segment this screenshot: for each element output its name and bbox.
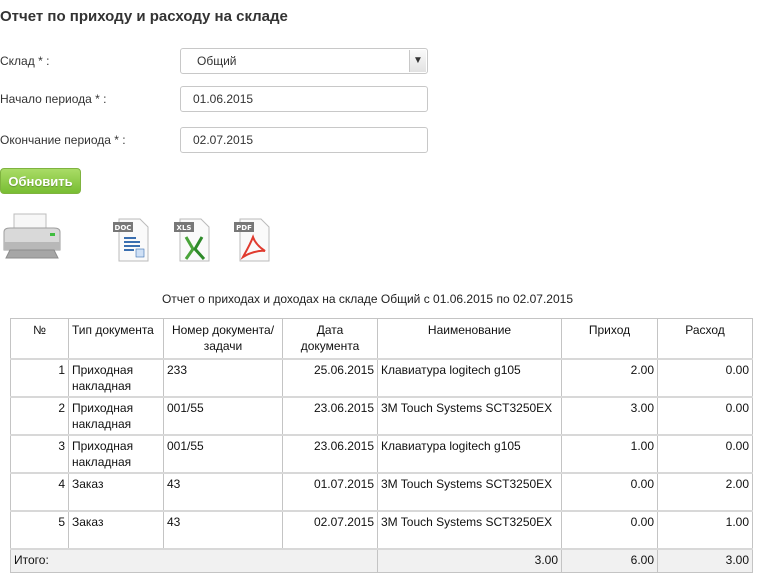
- row-doc-date: 02.07.2015: [282, 510, 378, 550]
- row-doc-number: 001/55: [163, 396, 283, 436]
- column-header-item-name: Наименование: [377, 318, 562, 360]
- page-title: Отчет по приходу и расходу на складе: [0, 8, 288, 25]
- row-doc-date: 25.06.2015: [282, 358, 378, 398]
- row-item-name: Клавиатура logitech g105: [377, 358, 562, 398]
- column-header-doc-number: Номер документа/задачи: [163, 318, 283, 360]
- row-expense: 0.00: [657, 434, 753, 474]
- column-header-doc-type: Тип документа: [68, 318, 164, 360]
- column-header-doc-date: Дата документа: [282, 318, 378, 360]
- warehouse-label: Склад * :: [0, 54, 50, 68]
- doc-export-label: DOC: [115, 224, 132, 232]
- total-qty: 3.00: [377, 548, 562, 573]
- row-item-name: 3M Touch Systems SCT3250EX: [377, 396, 562, 436]
- table-row: 1 Приходная накладная 233 25.06.2015 Кла…: [10, 358, 753, 398]
- period-end-label: Окончание периода * :: [0, 133, 126, 147]
- total-row: Итого: 3.00 6.00 3.00: [10, 548, 753, 573]
- column-header-number: №: [10, 318, 69, 360]
- warehouse-select[interactable]: Общий ▼: [180, 48, 428, 74]
- row-item-name: 3M Touch Systems SCT3250EX: [377, 472, 562, 512]
- row-income: 0.00: [561, 510, 658, 550]
- column-header-expense: Расход: [657, 318, 753, 360]
- row-number: 1: [10, 358, 69, 398]
- row-expense: 0.00: [657, 358, 753, 398]
- print-icon[interactable]: [0, 212, 64, 262]
- row-income: 0.00: [561, 472, 658, 512]
- row-doc-number: 43: [163, 510, 283, 550]
- row-number: 2: [10, 396, 69, 436]
- table-row: 5 Заказ 43 02.07.2015 3M Touch Systems S…: [10, 510, 753, 550]
- report-table: № Тип документа Номер документа/задачи Д…: [10, 318, 753, 573]
- pdf-export-label: PDF: [236, 224, 252, 232]
- row-doc-number: 233: [163, 358, 283, 398]
- row-doc-type: Приходная накладная: [68, 358, 164, 398]
- table-header-row: № Тип документа Номер документа/задачи Д…: [10, 318, 753, 360]
- row-income: 3.00: [561, 396, 658, 436]
- row-doc-date: 23.06.2015: [282, 434, 378, 474]
- pdf-export-icon[interactable]: PDF: [233, 217, 271, 263]
- xls-export-label: XLS: [177, 224, 192, 232]
- row-doc-number: 001/55: [163, 434, 283, 474]
- total-expense: 3.00: [657, 548, 753, 573]
- refresh-button[interactable]: Обновить: [0, 168, 81, 194]
- row-doc-type: Заказ: [68, 472, 164, 512]
- total-income: 6.00: [561, 548, 658, 573]
- row-income: 2.00: [561, 358, 658, 398]
- table-row: 4 Заказ 43 01.07.2015 3M Touch Systems S…: [10, 472, 753, 512]
- warehouse-select-value: Общий: [197, 54, 237, 68]
- table-row: 2 Приходная накладная 001/55 23.06.2015 …: [10, 396, 753, 436]
- row-doc-type: Приходная накладная: [68, 396, 164, 436]
- row-expense: 1.00: [657, 510, 753, 550]
- period-end-input[interactable]: [180, 127, 428, 153]
- xls-export-icon[interactable]: XLS: [173, 217, 211, 263]
- row-doc-type: Приходная накладная: [68, 434, 164, 474]
- total-label: Итого:: [10, 548, 378, 573]
- row-income: 1.00: [561, 434, 658, 474]
- column-header-income: Приход: [561, 318, 658, 360]
- report-caption: Отчет о приходах и доходах на складе Общ…: [161, 292, 574, 306]
- row-item-name: Клавиатура logitech g105: [377, 434, 562, 474]
- doc-export-icon[interactable]: DOC: [112, 217, 150, 263]
- chevron-down-icon[interactable]: ▼: [409, 50, 426, 72]
- row-doc-number: 43: [163, 472, 283, 512]
- row-item-name: 3M Touch Systems SCT3250EX: [377, 510, 562, 550]
- period-start-label: Начало периода * :: [0, 92, 107, 106]
- row-number: 4: [10, 472, 69, 512]
- row-expense: 2.00: [657, 472, 753, 512]
- row-doc-date: 23.06.2015: [282, 396, 378, 436]
- row-doc-date: 01.07.2015: [282, 472, 378, 512]
- table-row: 3 Приходная накладная 001/55 23.06.2015 …: [10, 434, 753, 474]
- row-doc-type: Заказ: [68, 510, 164, 550]
- period-start-input[interactable]: [180, 86, 428, 112]
- row-expense: 0.00: [657, 396, 753, 436]
- row-number: 3: [10, 434, 69, 474]
- row-number: 5: [10, 510, 69, 550]
